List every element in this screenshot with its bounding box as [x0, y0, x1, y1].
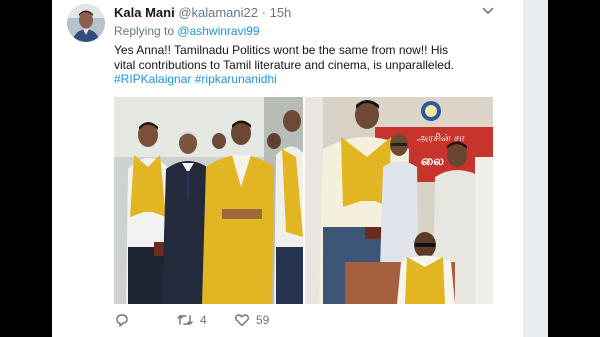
like-count: 59 — [256, 313, 270, 327]
author-name[interactable]: Kala Mani — [114, 5, 175, 20]
reply-icon — [116, 314, 128, 327]
reply-button[interactable] — [114, 312, 130, 328]
tweet-actions: 4 59 — [114, 312, 414, 332]
emblem-icon-center — [425, 105, 437, 117]
hashtags: #RIPKalaignar #ripkarunanidhi — [114, 72, 509, 87]
media-grid: அரசின் சா லை — [114, 97, 493, 304]
reply-context: Replying to @ashwinravi99 — [114, 24, 260, 38]
photo-right[interactable]: அரசின் சா லை — [305, 97, 493, 304]
separator-dot: · — [261, 5, 266, 20]
banner-text-line2: லை — [421, 154, 444, 169]
tweet-timestamp[interactable]: 15h — [270, 5, 292, 20]
reply-prefix: Replying to — [114, 24, 175, 38]
tweet-text-line: vital contributions to Tamil literature … — [114, 57, 454, 72]
tweet-text: Yes Anna!! Tamilnadu Politics wont be th… — [114, 43, 509, 87]
tweet-text-line: Yes Anna!! Tamilnadu Politics wont be th… — [114, 43, 449, 57]
retweet-icon — [177, 315, 193, 325]
photo-left[interactable] — [114, 97, 303, 304]
author-handle[interactable]: @kalamani22 — [178, 5, 258, 20]
hashtag-link[interactable]: #ripkarunanidhi — [195, 72, 277, 86]
avatar-image — [67, 4, 105, 42]
left-letterbox — [0, 0, 52, 337]
retweet-button[interactable]: 4 — [176, 312, 207, 328]
retweet-count: 4 — [200, 313, 207, 327]
tweet-card[interactable]: Kala Mani @kalamani22 · 15h Replying to … — [52, 0, 523, 337]
tweet-header: Kala Mani @kalamani22 · 15h — [114, 5, 291, 20]
reply-mention-link[interactable]: @ashwinravi99 — [177, 24, 259, 38]
hashtag-link[interactable]: #RIPKalaignar — [114, 72, 191, 86]
heart-icon — [234, 314, 250, 327]
chevron-down-icon[interactable] — [481, 4, 495, 18]
timeline-gutter — [523, 0, 548, 337]
right-letterbox — [548, 0, 600, 337]
like-button[interactable]: 59 — [234, 312, 269, 328]
avatar[interactable] — [67, 4, 105, 42]
